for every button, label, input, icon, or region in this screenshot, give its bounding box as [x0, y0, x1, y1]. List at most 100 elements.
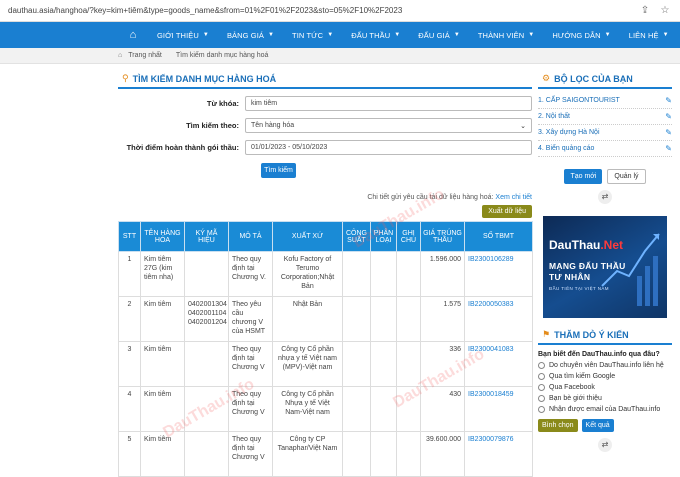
poll-question: Bạn biết đến DauThau.info qua đâu? [538, 351, 660, 358]
arrows-icon[interactable]: ⇄ [598, 438, 612, 452]
ad-line1: MẠNG ĐẤU THẦU [549, 261, 626, 271]
nav-item-tin-tuc[interactable]: TIN TỨC ▼ [283, 22, 342, 48]
ad-banner[interactable]: DauThau.Net MẠNG ĐẤU THẦU TƯ NHÂN ĐẦU TI… [543, 216, 667, 318]
chevron-down-icon: ▼ [604, 32, 611, 38]
col-desc: MÔ TẢ [228, 221, 273, 252]
star-icon[interactable]: ☆ [658, 4, 672, 18]
col-tbmt: SỐ TBMT [464, 221, 533, 252]
result-button[interactable]: Kết quả [581, 419, 614, 432]
edit-icon[interactable]: ✎ [665, 112, 672, 121]
vote-button[interactable]: Bình chọn [538, 419, 578, 432]
searchby-label: Tìm kiếm theo: [186, 121, 239, 130]
view-detail-link[interactable]: Xem chi tiết [495, 194, 532, 201]
keyword-input[interactable]: kim tiêm [245, 96, 532, 111]
col-name: TÊN HÀNG HÓA [140, 221, 185, 252]
searchby-select[interactable]: Tên hàng hóa ⌄ [245, 118, 532, 133]
poll-option[interactable]: Do chuyên viên DauThau.info liên hệ [538, 362, 672, 369]
cell-desc: Theo quy định tại Chương V [228, 386, 273, 432]
cell-name: Kim tiêm [140, 296, 185, 342]
table-row: 1 Kim tiêm 27G (kim tiêm nha) Theo quy đ… [118, 251, 533, 297]
keyword-row: Từ khóa: kim tiêm [118, 96, 532, 111]
radio-icon[interactable] [538, 406, 545, 413]
url-text[interactable]: dauthau.asia/hanghoa/?key=kim+tiêm&type=… [8, 6, 632, 15]
home-icon[interactable]: ⌂ [118, 22, 148, 48]
cell-tbmt-link[interactable]: IB2200050383 [464, 296, 533, 342]
chevron-down-icon: ▼ [662, 32, 669, 38]
cell-tbmt-link[interactable]: IB2300018459 [464, 386, 533, 432]
ad-line2: TƯ NHÂN [549, 272, 591, 282]
cell-code: 0402001304 0402001104 0402001204 [184, 296, 229, 342]
export-data-button[interactable]: Xuất dữ liệu [482, 205, 532, 218]
cell-tbmt-link[interactable]: IB2300041083 [464, 341, 533, 387]
cell-price: 1.575 [420, 296, 465, 342]
create-filter-button[interactable]: Tạo mới [564, 169, 603, 184]
col-capacity: CÔNG SUẤT [342, 221, 371, 252]
radio-icon[interactable] [538, 362, 545, 369]
chevron-down-icon: ▼ [394, 32, 401, 38]
cell-name: Kim tiêm [140, 341, 185, 387]
nav-item-lien-he[interactable]: LIÊN HỆ ▼ [620, 22, 678, 48]
cell-note [396, 296, 421, 342]
nav-item-huong-dan[interactable]: HƯỚNG DẪN ▼ [543, 22, 619, 48]
arrows-icon[interactable]: ⇄ [598, 190, 612, 204]
poll-option[interactable]: Qua Facebook [538, 384, 672, 391]
list-item[interactable]: 2. Nội thất ✎ [538, 109, 672, 125]
col-note: GHI CHÚ [396, 221, 421, 252]
cell-note [396, 251, 421, 297]
search-button[interactable]: Tìm kiếm [261, 163, 296, 178]
cell-note [396, 431, 421, 477]
cell-capacity [342, 341, 371, 387]
table-row: 5 Kim tiêm Theo quy định tại Chương V Cô… [118, 431, 533, 477]
poll-section-title: ⚑ THĂM DÒ Ý KIẾN [538, 326, 672, 345]
breadcrumb-home[interactable]: Trang nhất [128, 52, 162, 59]
cell-price: 1.596.000 [420, 251, 465, 297]
radio-icon[interactable] [538, 384, 545, 391]
poll-option[interactable]: Nhận được email của DauThau.info [538, 406, 672, 413]
nav-item-bang-gia[interactable]: BẢNG GIÁ ▼ [218, 22, 283, 48]
poll-option[interactable]: Qua tìm kiếm Google [538, 373, 672, 380]
home-icon[interactable]: ⌂ [118, 52, 122, 59]
breadcrumb-current[interactable]: Tìm kiếm danh mục hàng hoá [176, 52, 269, 59]
edit-icon[interactable]: ✎ [665, 144, 672, 153]
cell-origin: Công ty CP Tanaphar/Việt Nam [272, 431, 343, 477]
cell-code [184, 341, 229, 387]
browser-address-bar[interactable]: dauthau.asia/hanghoa/?key=kim+tiêm&type=… [0, 0, 680, 22]
cell-code [184, 431, 229, 477]
cell-tbmt-link[interactable]: IB2300079876 [464, 431, 533, 477]
cell-name: Kim tiêm [140, 386, 185, 432]
cell-stt: 5 [118, 431, 141, 477]
cell-desc: Theo quy định tại Chương V. [228, 251, 273, 297]
sidebar: ⚙ BỘ LỌC CỦA BẠN 1. CẤP SAIGONTOURIST ✎ 2… [538, 70, 672, 452]
ad-logo: DauThau.Net [549, 238, 624, 252]
edit-icon[interactable]: ✎ [665, 128, 672, 137]
nav-item-thanh-vien[interactable]: THÀNH VIÊN ▼ [469, 22, 543, 48]
breadcrumb: ⌂ Trang nhất Tìm kiếm danh mục hàng hoá [0, 48, 680, 64]
cell-category [370, 386, 397, 432]
cell-capacity [342, 251, 371, 297]
radio-icon[interactable] [538, 395, 545, 402]
cell-capacity [342, 386, 371, 432]
cell-note [396, 386, 421, 432]
manage-filter-button[interactable]: Quản lý [607, 169, 646, 184]
nav-item-dau-thau[interactable]: ĐẤU THẦU ▼ [342, 22, 409, 48]
list-item[interactable]: 3. Xây dựng Hà Nội ✎ [538, 125, 672, 141]
nav-item-dau-gia[interactable]: ĐẤU GIÁ ▼ [409, 22, 469, 48]
cell-origin: Công ty Cổ phần nhựa y tế Việt nam (MPV)… [272, 341, 343, 387]
date-range-input[interactable]: 01/01/2023 - 05/10/2023 [245, 140, 532, 155]
chevron-down-icon: ▼ [453, 32, 460, 38]
share-icon[interactable]: ⇪ [638, 4, 652, 18]
edit-icon[interactable]: ✎ [665, 96, 672, 105]
cell-tbmt-link[interactable]: IB2300106289 [464, 251, 533, 297]
searchby-row: Tìm kiếm theo: Tên hàng hóa ⌄ [118, 118, 532, 133]
cell-price: 430 [420, 386, 465, 432]
chevron-down-icon: ▼ [528, 32, 535, 38]
poll-icon: ⚑ [542, 329, 551, 339]
list-item[interactable]: 1. CẤP SAIGONTOURIST ✎ [538, 93, 672, 109]
time-row: Thời điểm hoàn thành gói thầu: 01/01/202… [118, 140, 532, 155]
radio-icon[interactable] [538, 373, 545, 380]
results-table: STT TÊN HÀNG HÓA KÝ MÃ HIỆU MÔ TẢ XUẤT X… [118, 221, 533, 477]
nav-item-gioi-thieu[interactable]: GIỚI THIỆU ▼ [148, 22, 218, 48]
poll-option[interactable]: Bạn bè giới thiệu [538, 395, 672, 402]
chevron-down-icon: ⌄ [520, 122, 526, 130]
list-item[interactable]: 4. Biển quảng cáo ✎ [538, 141, 672, 157]
